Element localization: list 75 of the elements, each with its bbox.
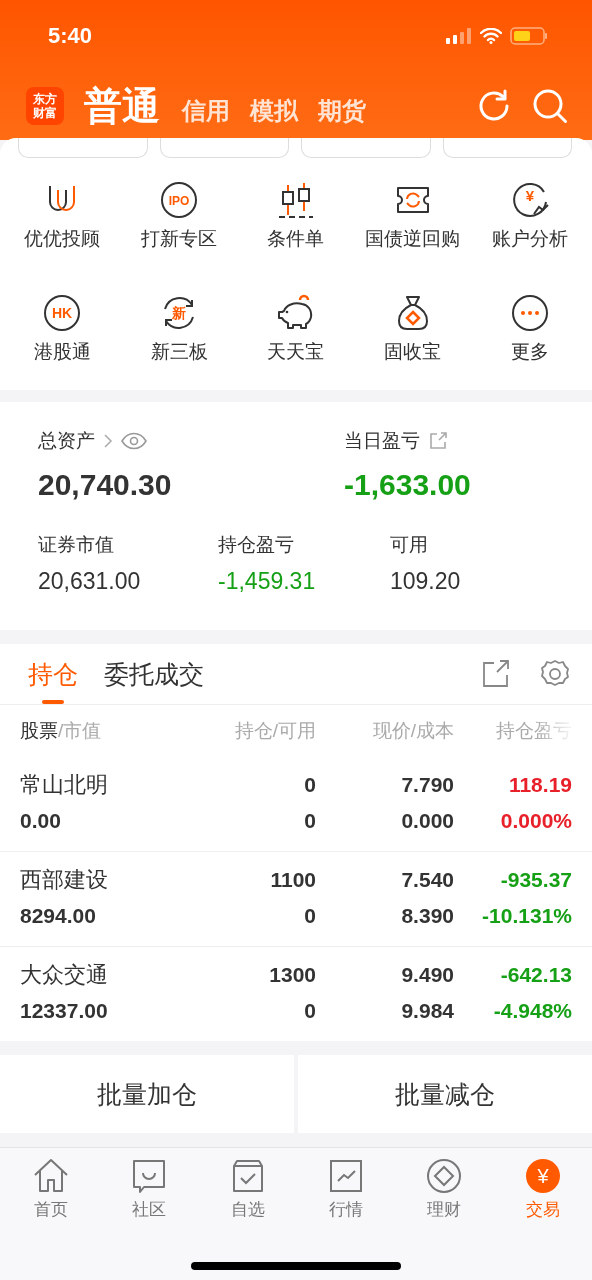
shortcut-label[interactable]: 账户分析 [491,226,568,252]
daily-pnl-label: 当日盈亏 [344,429,420,453]
diamond-circle-icon[interactable] [426,1158,463,1194]
shortcut-label[interactable]: 更多 [510,339,549,365]
batch-button[interactable]: 批量加仓 [0,1055,294,1133]
shortcut-label[interactable]: 打新专区 [141,226,218,252]
tab-bar-item[interactable]: 社区 [100,1148,199,1222]
shortcut-label[interactable]: 优优投顾 [24,226,101,252]
total-assets-value: 20,740.30 [38,468,173,502]
available-count: 0 [303,809,316,833]
clock-time: 5:40 [48,23,93,49]
chevron-right-icon[interactable] [103,433,113,449]
tab-bar-item[interactable]: 自选 [198,1148,297,1222]
market-value: 12337.00 [20,999,109,1023]
tab-bar-item[interactable]: 首页 [2,1148,101,1222]
badge-circle-icon: IPO [159,180,200,220]
candlestick-icon [276,180,316,220]
shortcut-label[interactable]: 国债逆回购 [365,226,461,252]
pnl-percent: -4.948% [492,999,572,1023]
list-tab[interactable]: 委托成交 [104,644,204,704]
stat-value: 109.20 [390,568,462,595]
position-count: 1100 [269,868,316,892]
market-value: 8294.00 [20,904,97,928]
eye-icon[interactable] [121,432,147,450]
share-icon[interactable] [482,660,510,688]
signal-icon [446,28,472,44]
stat-value: 20,631.00 [38,568,142,595]
cost-price: 9.984 [400,999,454,1023]
stock-name: 常山北明 [20,771,109,799]
logo-text: 财富 [33,106,57,120]
stat-label: 可用 [390,533,429,557]
available-count: 0 [303,999,316,1023]
line-chart-icon[interactable] [328,1158,365,1194]
shortcut-label[interactable]: 条件单 [267,226,325,252]
current-price: 9.490 [400,963,454,987]
stat-label: 持仓盈亏 [218,533,295,557]
more-icon [509,293,550,333]
column-header: 现价/成本 [371,719,454,743]
pnl-amount: 118.19 [507,773,572,797]
position-count: 1300 [268,963,316,987]
available-count: 0 [303,904,316,928]
stat-label: 证券市值 [38,533,115,557]
badge-circle-icon: HK [42,293,83,333]
shortcut-label[interactable]: 天天宝 [267,339,325,365]
market-value: 0.00 [20,809,62,833]
pnl-amount: -935.37 [499,868,572,892]
position-count: 0 [303,773,316,797]
external-link-icon[interactable] [428,431,448,451]
home-icon[interactable] [33,1158,70,1194]
pnl-amount: -642.13 [499,963,572,987]
battery-icon [510,27,548,45]
batch-button[interactable]: 批量减仓 [298,1055,592,1133]
column-header: 股票/市值 [20,719,103,743]
column-header: 持仓/可用 [233,719,316,743]
cost-price: 0.000 [400,809,454,833]
shortcut-label[interactable]: 新三板 [150,339,208,365]
tab-bar-item[interactable]: 理财 [395,1148,494,1222]
logo-text: 东方 [33,92,57,106]
total-assets-label: 总资产 [38,429,95,453]
search-icon[interactable] [532,88,568,124]
shortcut-label[interactable]: 固收宝 [384,339,442,365]
current-price: 7.540 [400,868,454,892]
wifi-icon [480,28,502,44]
stat-value: -1,459.31 [218,568,317,595]
stock-name: 大众交通 [20,961,109,989]
tab-bar-item[interactable]: 行情 [297,1148,396,1222]
pnl-percent: 0.000% [499,809,572,833]
cost-price: 8.390 [400,904,454,928]
pnl-percent: -10.131% [481,904,572,928]
chat-icon[interactable] [131,1158,168,1194]
settings-icon[interactable] [540,659,570,689]
shortcut-label[interactable]: 港股通 [33,339,91,365]
stock-name: 西部建设 [20,866,109,894]
current-price: 7.790 [400,773,454,797]
daily-pnl-value: -1,633.00 [344,468,471,502]
